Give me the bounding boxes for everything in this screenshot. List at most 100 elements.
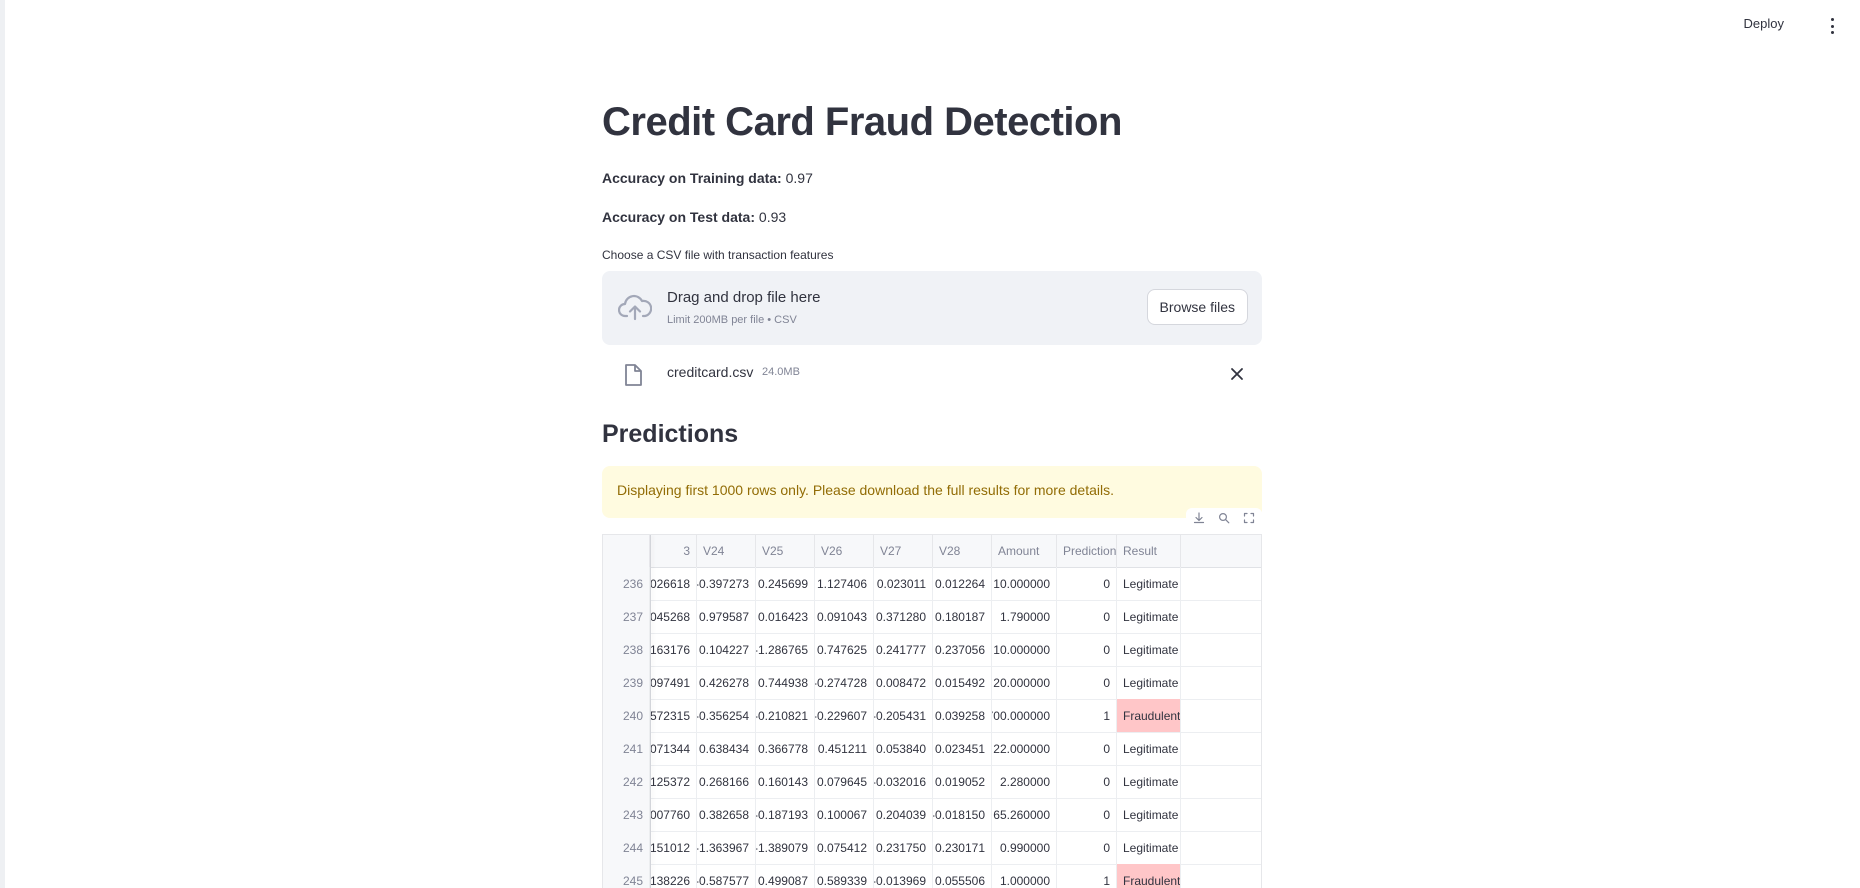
cell-v24[interactable]: 0.979587 xyxy=(697,600,756,633)
cell-index[interactable]: 243 xyxy=(603,798,650,831)
cell-index[interactable]: 239 xyxy=(603,666,650,699)
cell-col-3[interactable]: 151012 xyxy=(650,831,697,864)
cell-v27[interactable]: 0.371280 xyxy=(874,600,933,633)
cell-v26[interactable]: 0.079645 xyxy=(815,765,874,798)
cell-col-3[interactable]: 045268 xyxy=(650,600,697,633)
cell-prediction[interactable]: 0 xyxy=(1057,666,1117,699)
column-header-v28[interactable]: V28 xyxy=(933,535,992,567)
cell-amount[interactable]: 1.000000 xyxy=(992,864,1057,888)
cell-v25[interactable]: -1.389079 xyxy=(756,831,815,864)
cell-v27[interactable]: 0.204039 xyxy=(874,798,933,831)
cell-result[interactable]: Fraudulent xyxy=(1117,864,1181,888)
cell-v24[interactable]: -1.363967 xyxy=(697,831,756,864)
column-header-prediction[interactable]: Prediction xyxy=(1057,535,1117,567)
cell-v27[interactable]: -0.032016 xyxy=(874,765,933,798)
table-row[interactable]: 245 138226 -0.587577 0.499087 0.589339 -0.013… xyxy=(603,864,1261,888)
table-row[interactable]: 237 045268 0.979587 0.016423 0.091043 0.37128… xyxy=(603,600,1261,634)
cell-v27[interactable]: 0.053840 xyxy=(874,732,933,765)
cell-v26[interactable]: 0.451211 xyxy=(815,732,874,765)
cell-v24[interactable]: -0.397273 xyxy=(697,567,756,600)
cell-v26[interactable]: 0.091043 xyxy=(815,600,874,633)
column-header-v26[interactable]: V26 xyxy=(815,535,874,567)
cell-result[interactable]: Legitimate xyxy=(1117,633,1181,666)
cell-amount[interactable]: 10.000000 xyxy=(992,567,1057,600)
cell-v26[interactable]: 0.589339 xyxy=(815,864,874,888)
cell-index[interactable]: 240 xyxy=(603,699,650,732)
cell-v28[interactable]: 0.023451 xyxy=(933,732,992,765)
table-row[interactable]: 236 026618 -0.397273 0.245699 1.127406 0.0230… xyxy=(603,567,1261,601)
table-row[interactable]: 243 007760 0.382658 -0.187193 0.100067 0.2040… xyxy=(603,798,1261,832)
cell-v28[interactable]: 0.180187 xyxy=(933,600,992,633)
cell-result[interactable]: Fraudulent xyxy=(1117,699,1181,732)
cell-v28[interactable]: 0.055506 xyxy=(933,864,992,888)
cell-v27[interactable]: 0.008472 xyxy=(874,666,933,699)
column-header-index[interactable] xyxy=(603,535,650,567)
cell-v24[interactable]: 0.104227 xyxy=(697,633,756,666)
cell-prediction[interactable]: 0 xyxy=(1057,633,1117,666)
cell-v27[interactable]: 0.241777 xyxy=(874,633,933,666)
kebab-menu-icon[interactable] xyxy=(1826,16,1838,36)
cell-col-3[interactable]: 007760 xyxy=(650,798,697,831)
cell-prediction[interactable]: 1 xyxy=(1057,864,1117,888)
cell-v25[interactable]: -0.210821 xyxy=(756,699,815,732)
cell-col-3[interactable]: 026618 xyxy=(650,567,697,600)
column-header-v24[interactable]: V24 xyxy=(697,535,756,567)
cell-v25[interactable]: 0.366778 xyxy=(756,732,815,765)
cell-v25[interactable]: -1.286765 xyxy=(756,633,815,666)
cell-v24[interactable]: 0.638434 xyxy=(697,732,756,765)
table-row[interactable]: 242 125372 0.268166 0.160143 0.079645 -0.0320… xyxy=(603,765,1261,799)
cell-result[interactable]: Legitimate xyxy=(1117,600,1181,633)
cell-v25[interactable]: 0.499087 xyxy=(756,864,815,888)
cell-v24[interactable]: 0.268166 xyxy=(697,765,756,798)
cell-v25[interactable]: -0.187193 xyxy=(756,798,815,831)
cell-v27[interactable]: 0.023011 xyxy=(874,567,933,600)
cell-amount[interactable]: 20.000000 xyxy=(992,666,1057,699)
table-row[interactable]: 239 097491 0.426278 0.744938 -0.274728 0.0084… xyxy=(603,666,1261,700)
cell-col-3[interactable]: 071344 xyxy=(650,732,697,765)
table-row[interactable]: 238 163176 0.104227 -1.286765 0.747625 0.2417… xyxy=(603,633,1261,667)
cell-v24[interactable]: -0.587577 xyxy=(697,864,756,888)
cell-result[interactable]: Legitimate xyxy=(1117,732,1181,765)
cell-result[interactable]: Legitimate xyxy=(1117,831,1181,864)
cell-amount[interactable]: 2.280000 xyxy=(992,765,1057,798)
cell-index[interactable]: 238 xyxy=(603,633,650,666)
cell-v27[interactable]: 0.231750 xyxy=(874,831,933,864)
cell-v27[interactable]: -0.013969 xyxy=(874,864,933,888)
cell-index[interactable]: 241 xyxy=(603,732,650,765)
cell-prediction[interactable]: 0 xyxy=(1057,831,1117,864)
cell-v28[interactable]: 0.039258 xyxy=(933,699,992,732)
cell-amount[interactable]: 22.000000 xyxy=(992,732,1057,765)
cell-col-3[interactable]: 572315 xyxy=(650,699,697,732)
cell-result[interactable]: Legitimate xyxy=(1117,567,1181,600)
cell-v24[interactable]: 0.426278 xyxy=(697,666,756,699)
cell-v28[interactable]: -0.018150 xyxy=(933,798,992,831)
cell-index[interactable]: 237 xyxy=(603,600,650,633)
file-dropzone[interactable]: Drag and drop file here Limit 200MB per … xyxy=(602,271,1262,345)
cell-amount[interactable]: 0.990000 xyxy=(992,831,1057,864)
cell-v25[interactable]: 0.016423 xyxy=(756,600,815,633)
cell-prediction[interactable]: 0 xyxy=(1057,798,1117,831)
table-row[interactable]: 241 071344 0.638434 0.366778 0.451211 0.05384… xyxy=(603,732,1261,766)
download-icon[interactable] xyxy=(1193,512,1205,524)
search-icon[interactable] xyxy=(1218,512,1230,524)
column-header-amount[interactable]: Amount xyxy=(992,535,1057,567)
cell-index[interactable]: 245 xyxy=(603,864,650,888)
deploy-button[interactable]: Deploy xyxy=(1744,16,1784,31)
cell-prediction[interactable]: 0 xyxy=(1057,765,1117,798)
cell-v28[interactable]: 0.015492 xyxy=(933,666,992,699)
cell-v25[interactable]: 0.744938 xyxy=(756,666,815,699)
cell-v26[interactable]: 1.127406 xyxy=(815,567,874,600)
column-header-col-3[interactable]: 3 xyxy=(650,535,697,567)
cell-v26[interactable]: 0.075412 xyxy=(815,831,874,864)
cell-index[interactable]: 244 xyxy=(603,831,650,864)
cell-v25[interactable]: 0.245699 xyxy=(756,567,815,600)
cell-v28[interactable]: 0.019052 xyxy=(933,765,992,798)
cell-col-3[interactable]: 125372 xyxy=(650,765,697,798)
cell-v24[interactable]: -0.356254 xyxy=(697,699,756,732)
table-row[interactable]: 240 572315 -0.356254 -0.210821 -0.229607 -0.2… xyxy=(603,699,1261,733)
column-header-v25[interactable]: V25 xyxy=(756,535,815,567)
close-icon[interactable] xyxy=(1226,363,1248,385)
column-header-result[interactable]: Result xyxy=(1117,535,1181,567)
column-header-v27[interactable]: V27 xyxy=(874,535,933,567)
cell-v24[interactable]: 0.382658 xyxy=(697,798,756,831)
